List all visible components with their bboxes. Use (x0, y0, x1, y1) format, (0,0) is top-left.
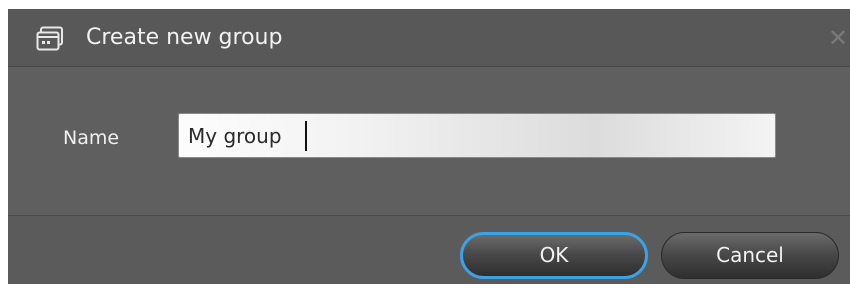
name-label: Name (63, 127, 120, 149)
cancel-button[interactable]: Cancel (661, 232, 839, 279)
text-caret (305, 121, 307, 151)
dialog-title: Create new group (86, 25, 283, 50)
create-group-dialog: Create new group ✕ Name OK Cancel (8, 9, 850, 284)
dialog-footer: OK Cancel (8, 216, 850, 284)
close-icon[interactable]: ✕ (828, 24, 850, 52)
ok-button[interactable]: OK (460, 232, 648, 279)
group-window-icon (36, 26, 64, 52)
dialog-titlebar: Create new group ✕ (8, 9, 850, 67)
name-input[interactable] (178, 113, 776, 158)
dialog-body: Name (8, 67, 850, 215)
